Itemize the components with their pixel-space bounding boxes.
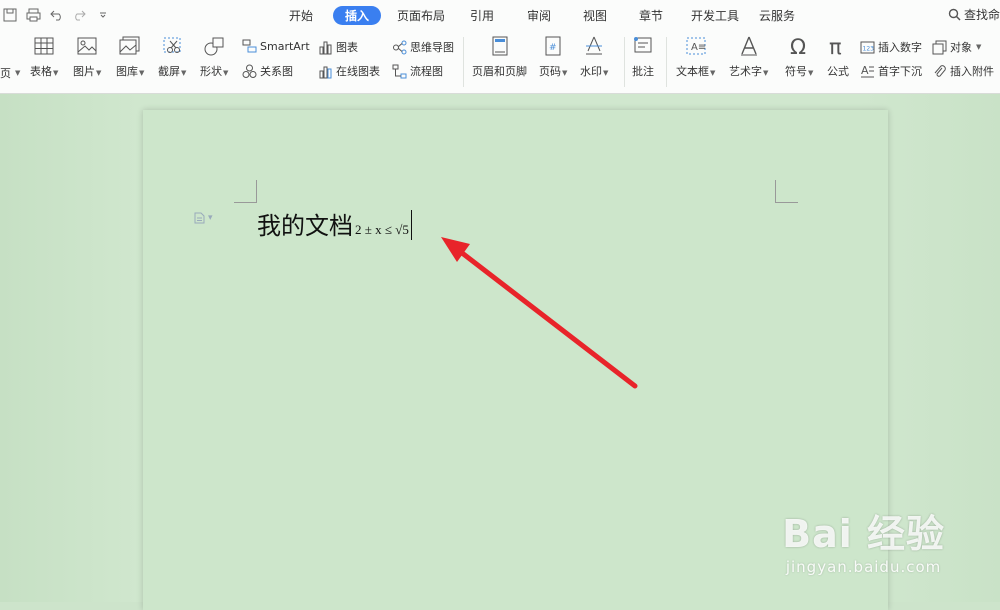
wordart-icon: [740, 36, 757, 56]
ribbon-separator: [624, 37, 625, 87]
header-footer-icon: [492, 36, 507, 56]
ribbon-separator: [666, 37, 667, 87]
drop-cap-icon: A: [861, 64, 874, 77]
comment-button[interactable]: 批注: [632, 35, 654, 79]
customize-icon[interactable]: [94, 6, 112, 24]
find-command[interactable]: 查找命: [948, 6, 1000, 23]
svg-text:A: A: [861, 64, 869, 77]
paperclip-icon: [934, 64, 946, 77]
tab-review[interactable]: 审阅: [518, 6, 560, 25]
annotation-arrow: [441, 237, 638, 389]
svg-text:Ω: Ω: [790, 35, 806, 57]
pi-icon: π: [829, 35, 842, 57]
smartart-button[interactable]: SmartArt: [242, 39, 310, 54]
search-icon: [948, 8, 961, 21]
document-page[interactable]: ▾ 我的文档 2 ± x ≤ √5: [143, 110, 888, 610]
chart-button[interactable]: 图表: [318, 39, 358, 55]
shape-button[interactable]: 形状▼: [200, 35, 228, 79]
mindmap-button[interactable]: 思维导图: [392, 39, 454, 55]
online-chart-icon: [319, 66, 332, 78]
baidu-jingyan-watermark: Bai 经验 jingyan.baidu.com: [782, 503, 945, 576]
tab-insert[interactable]: 插入: [333, 6, 381, 25]
redo-icon[interactable]: [70, 6, 88, 24]
drop-cap-button[interactable]: A 首字下沉: [860, 63, 922, 79]
textbox-button[interactable]: A≡ 文本框▼: [676, 35, 715, 79]
ribbon-separator: [463, 37, 464, 87]
omega-icon: Ω: [790, 35, 806, 57]
tab-cloud[interactable]: 云服务: [749, 6, 805, 25]
textbox-icon: A≡: [686, 37, 706, 55]
wordart-button[interactable]: 艺术字▼: [729, 35, 768, 79]
relation-chart-button[interactable]: 关系图: [242, 63, 293, 79]
table-icon: [34, 37, 54, 55]
insert-number-button[interactable]: 123 插入数字: [860, 39, 922, 55]
attachment-button[interactable]: 插入附件: [932, 63, 994, 79]
page-number-button[interactable]: # 页码▼: [539, 35, 567, 79]
watermark-icon: [586, 36, 603, 55]
tab-developer[interactable]: 开发工具: [681, 6, 749, 25]
watermark-url: jingyan.baidu.com: [785, 558, 942, 576]
smartart-icon: [242, 39, 257, 53]
chart-icon: [319, 41, 332, 54]
ribbon: 页 ▼ 表格▼ 图片▼ 图库▼ 截屏▼ 形状▼ SmartArt 关系图 图表 在…: [0, 31, 1000, 94]
tab-page-layout[interactable]: 页面布局: [387, 6, 455, 25]
save-icon[interactable]: [1, 6, 19, 24]
picture-button[interactable]: 图片▼: [73, 35, 101, 79]
online-chart-button[interactable]: 在线图表: [318, 63, 380, 79]
table-button[interactable]: 表格▼: [30, 35, 58, 79]
relation-icon: [242, 64, 257, 78]
svg-text:π: π: [829, 35, 842, 57]
formula-button[interactable]: π 公式: [827, 35, 849, 79]
object-icon: [932, 40, 947, 54]
menu-bar: 开始 插入 页面布局 引用 审阅 视图 章节 开发工具 云服务 查找命: [0, 0, 1000, 31]
svg-text:#: #: [549, 43, 557, 53]
undo-icon[interactable]: [48, 6, 66, 24]
find-label: 查找命: [963, 8, 1000, 22]
gallery-button[interactable]: 图库▼: [116, 35, 144, 79]
print-icon[interactable]: [24, 6, 42, 24]
tab-references[interactable]: 引用: [461, 6, 503, 25]
tab-sections[interactable]: 章节: [630, 6, 672, 25]
object-button[interactable]: 对象 ▼: [932, 39, 981, 55]
picture-icon: [77, 37, 97, 55]
shape-icon: [204, 37, 224, 56]
gallery-icon: [119, 36, 140, 55]
symbol-button[interactable]: Ω 符号▼: [785, 35, 813, 79]
ribbon-cut-item[interactable]: 页 ▼: [0, 65, 20, 81]
mindmap-icon: [393, 40, 407, 54]
tab-view[interactable]: 视图: [574, 6, 616, 25]
flowchart-button[interactable]: 流程图: [392, 63, 443, 79]
tab-start[interactable]: 开始: [280, 6, 322, 25]
svg-text:123: 123: [863, 45, 875, 52]
document-workspace: ▾ 我的文档 2 ± x ≤ √5 Bai 经验 jingyan.baidu.co…: [0, 94, 1000, 610]
number-icon: 123: [860, 41, 875, 53]
svg-text:A≡: A≡: [691, 42, 706, 53]
page-number-icon: #: [545, 36, 561, 56]
screenshot-icon: [163, 37, 181, 53]
watermark-button[interactable]: 水印▼: [580, 35, 608, 79]
comment-icon: [634, 37, 652, 53]
header-footer-button[interactable]: 页眉和页脚: [472, 35, 527, 79]
flowchart-icon: [392, 64, 407, 78]
watermark-logo: Bai 经验: [782, 512, 945, 556]
screenshot-button[interactable]: 截屏▼: [158, 35, 186, 79]
